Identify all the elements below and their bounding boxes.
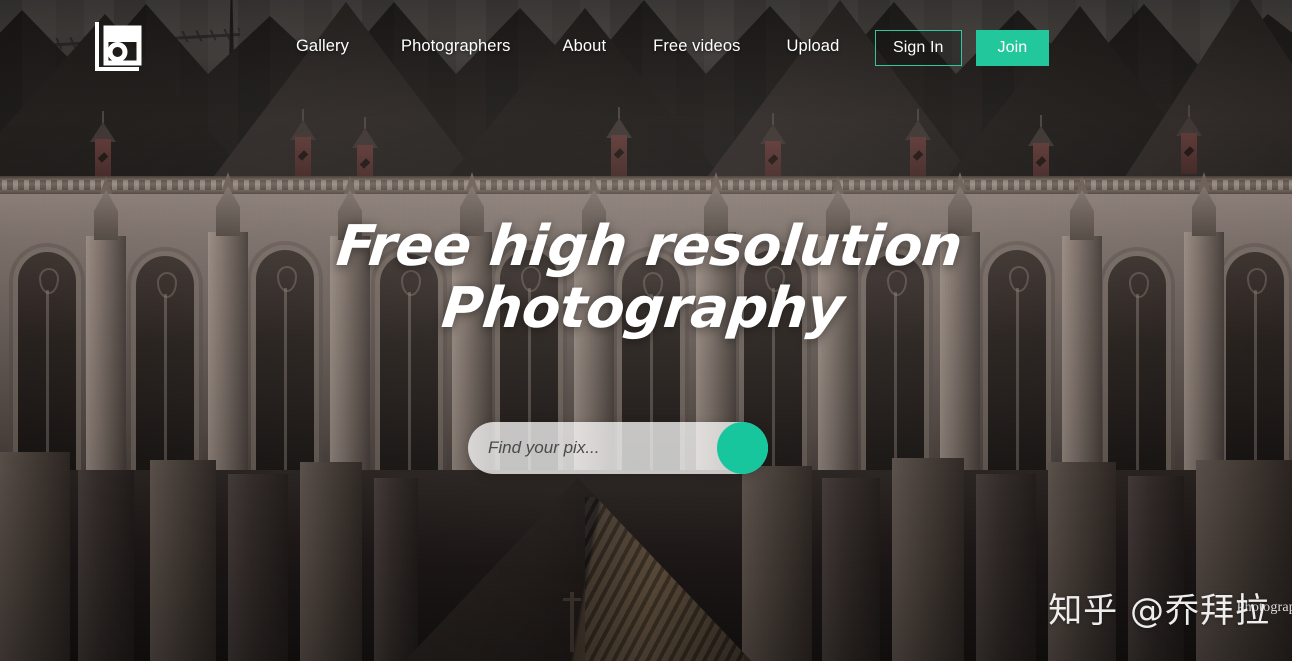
- nav-item-upload[interactable]: Upload: [786, 33, 839, 59]
- zhihu-watermark: 知乎 @乔拜拉: [1048, 591, 1270, 631]
- search-input[interactable]: [488, 422, 723, 474]
- site-header: Gallery Photographers About Free videos …: [0, 0, 1292, 92]
- camera-square-logo-icon[interactable]: [93, 19, 143, 72]
- main-navigation: Gallery Photographers About Free videos …: [296, 33, 839, 59]
- sign-in-button[interactable]: Sign In: [875, 30, 962, 66]
- search-icon[interactable]: [717, 422, 768, 474]
- nav-item-free-videos[interactable]: Free videos: [653, 33, 740, 59]
- hero-search: [468, 422, 768, 474]
- nav-item-about[interactable]: About: [563, 33, 607, 59]
- nav-item-photographers[interactable]: Photographers: [401, 33, 511, 59]
- hero-background-photo: [0, 0, 1292, 661]
- page-root: Gallery Photographers About Free videos …: [0, 0, 1292, 661]
- join-button[interactable]: Join: [975, 30, 1050, 66]
- nav-item-gallery[interactable]: Gallery: [296, 33, 349, 59]
- auth-actions: Sign In Join: [875, 30, 1050, 66]
